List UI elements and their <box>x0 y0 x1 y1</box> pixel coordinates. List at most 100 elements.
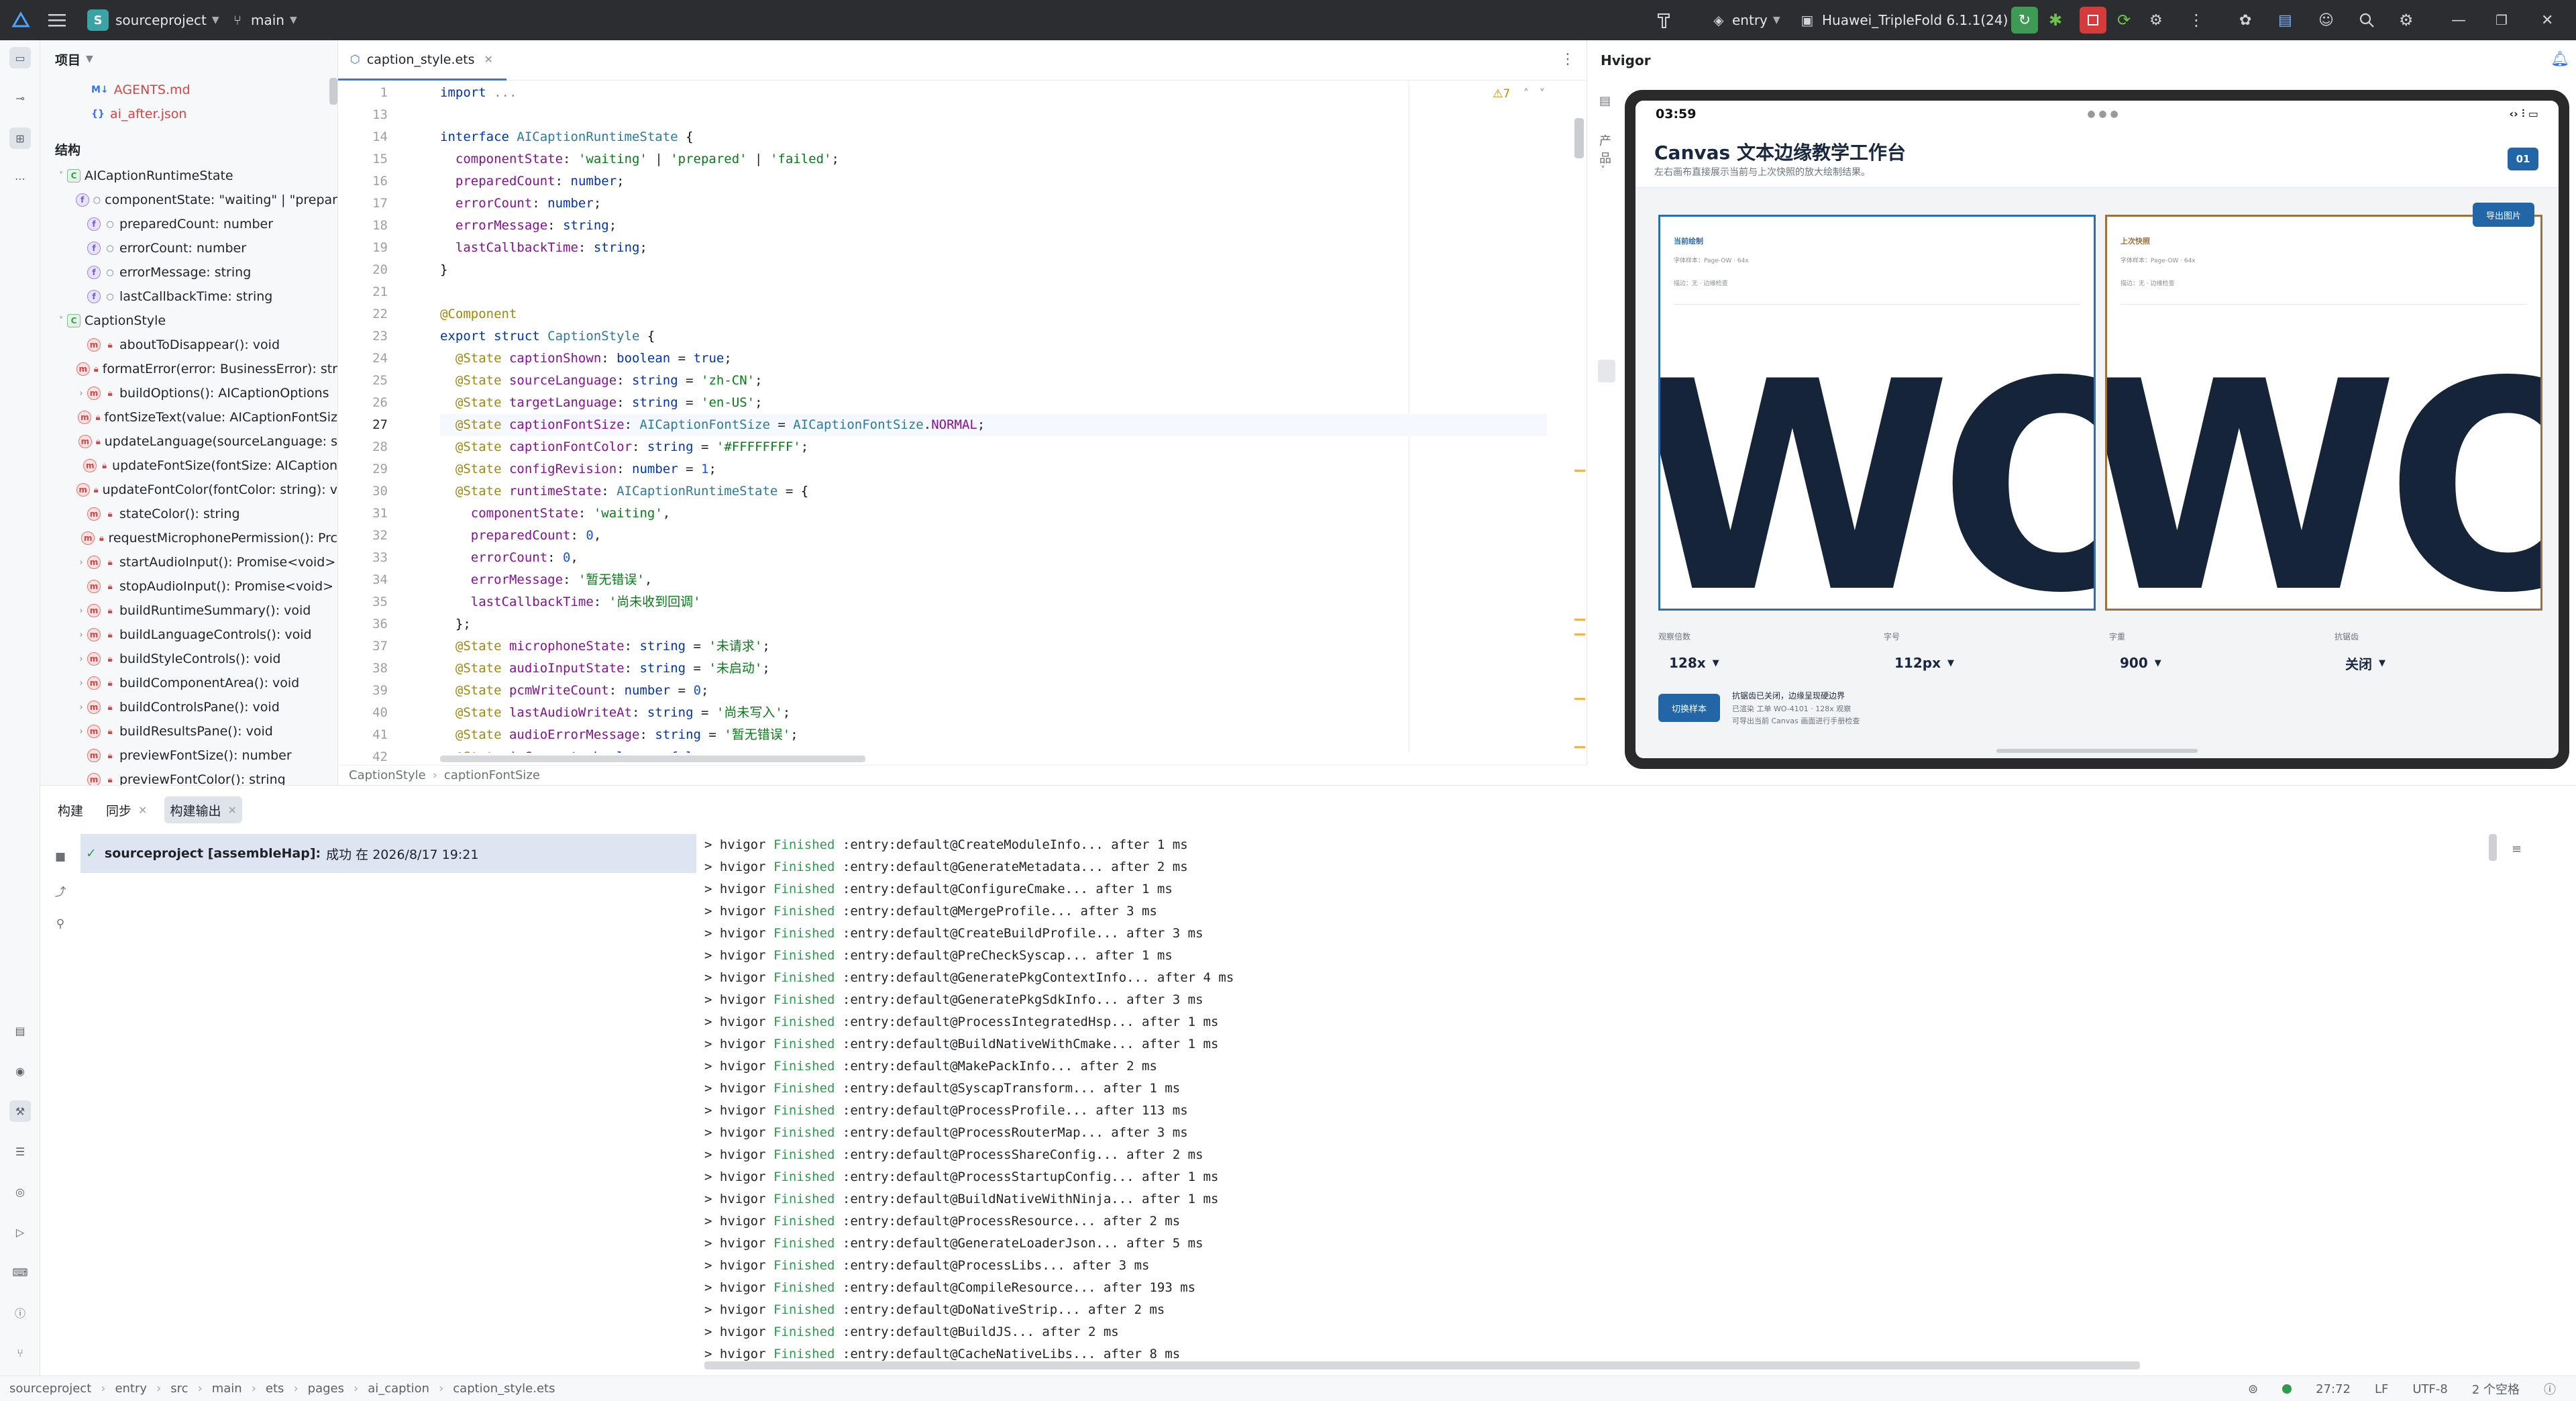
structure-item[interactable]: › m 🔒︎ buildComponentArea(): void <box>40 671 337 695</box>
chevron-right-icon[interactable]: › <box>75 388 87 399</box>
chevron-right-icon[interactable]: › <box>75 678 87 688</box>
stop-button[interactable] <box>2080 7 2106 34</box>
chevron-right-icon[interactable]: › <box>75 558 87 568</box>
font-size-select[interactable]: 112px ▼ <box>1894 650 1954 676</box>
code-line[interactable]: @State lastAudioWriteAt: string = '尚未写入'… <box>440 702 1547 724</box>
code-line[interactable] <box>440 104 1547 126</box>
hammer-build-icon[interactable] <box>1654 0 1674 40</box>
structure-item[interactable]: m 🔒︎ aboutToDisappear(): void <box>40 333 337 357</box>
pane-scrollbar[interactable] <box>329 78 337 105</box>
apply-changes-icon[interactable]: ⟳ <box>2117 0 2131 40</box>
code-line[interactable]: preparedCount: 0, <box>440 525 1547 547</box>
code-line[interactable]: componentState: 'waiting' | 'prepared' |… <box>440 148 1547 170</box>
code-line[interactable]: @State captionFontColor: string = '#FFFF… <box>440 436 1547 458</box>
version-control-icon[interactable]: ⑂ <box>9 1342 31 1363</box>
code-with-me-icon[interactable]: ✿ <box>2239 0 2251 40</box>
build-tab[interactable]: 同步 ✕ <box>101 796 152 823</box>
file-item[interactable]: {} ai_after.json <box>40 102 337 126</box>
stop-build-icon[interactable]: ■ <box>52 849 68 865</box>
run-icon[interactable]: ▷ <box>9 1221 31 1243</box>
chevron-down-icon[interactable]: ˅ <box>55 316 67 326</box>
layout-icon[interactable]: ▤ <box>9 1020 31 1041</box>
chevron-down-icon[interactable]: ˅ <box>55 171 67 181</box>
module-selector[interactable]: ◈ entry ▼ <box>1709 0 1780 40</box>
structure-item[interactable]: ˅ C CaptionStyle <box>40 309 337 333</box>
device-selector[interactable]: ▣ Huawei_TripleFold 6.1.1(24) ▼ <box>1798 0 2021 40</box>
tab-options-icon[interactable]: ⋮ <box>1560 51 1575 68</box>
preview-scroll-handle[interactable] <box>1598 360 1615 382</box>
status-ok-icon[interactable] <box>2282 1384 2292 1394</box>
chevron-right-icon[interactable]: › <box>75 727 87 737</box>
zoom-select[interactable]: 128x ▼ <box>1669 650 1719 676</box>
structure-item[interactable]: › m 🔒︎ buildResultsPane(): void <box>40 719 337 743</box>
structure-item[interactable]: m 🔒︎ updateLanguage(sourceLanguage: s <box>40 429 337 454</box>
more-tools-icon[interactable]: ⋯ <box>9 168 31 189</box>
rerun-button[interactable]: ↻ <box>2011 7 2038 34</box>
breadcrumb-struct[interactable]: CaptionStyle <box>349 768 426 782</box>
code-line[interactable]: @State isCompact: boolean = false; <box>440 746 1547 753</box>
code-line[interactable]: @State captionShown: boolean = true; <box>440 348 1547 370</box>
code-line[interactable]: preparedCount: number; <box>440 170 1547 193</box>
search-icon[interactable] <box>2359 0 2375 40</box>
code-line[interactable]: @State captionFontSize: AICaptionFontSiz… <box>440 414 1547 436</box>
structure-item[interactable]: › m 🔒︎ buildOptions(): AICaptionOptions <box>40 381 337 405</box>
code-line[interactable]: @State audioInputState: string = '未启动'; <box>440 658 1547 680</box>
open-in-window-icon[interactable]: ⤴ <box>52 882 68 899</box>
code-line[interactable]: lastCallbackTime: '尚未收到回调' <box>440 591 1547 613</box>
inspection-icon[interactable]: ⊚ <box>2248 1382 2258 1396</box>
app-logo-icon[interactable] <box>11 0 31 40</box>
structure-item[interactable]: f ○ componentState: "waiting" | "prepar <box>40 188 337 212</box>
pin-icon[interactable]: ⚲ <box>52 916 68 932</box>
chevron-right-icon[interactable]: › <box>75 654 87 664</box>
structure-item[interactable]: f ○ preparedCount: number <box>40 212 337 236</box>
status-path-segment[interactable]: pages <box>308 1382 344 1396</box>
problems-icon[interactable]: ⓘ <box>9 1302 31 1323</box>
profiler-icon[interactable]: ⚙ <box>2149 0 2163 40</box>
structure-item[interactable]: m 🔒︎ stateColor(): string <box>40 502 337 526</box>
minimize-button[interactable]: — <box>2451 0 2466 40</box>
export-image-button[interactable]: 导出图片 <box>2473 203 2534 227</box>
home-indicator[interactable] <box>1996 749 2198 753</box>
status-path-segment[interactable]: src <box>170 1382 188 1396</box>
close-tab-icon[interactable]: ✕ <box>227 804 236 817</box>
code-line[interactable]: @State targetLanguage: string = 'en-US'; <box>440 392 1547 414</box>
line-separator[interactable]: LF <box>2375 1382 2388 1396</box>
chevron-right-icon[interactable]: › <box>75 606 87 616</box>
log-scrollbar[interactable] <box>2489 834 2497 861</box>
chevron-right-icon[interactable]: › <box>75 630 87 640</box>
indent-setting[interactable]: 2 个空格 <box>2472 1380 2520 1398</box>
status-path-segment[interactable]: main <box>212 1382 242 1396</box>
build-tab[interactable]: 构建 <box>52 796 89 823</box>
code-line[interactable]: @State runtimeState: AICaptionRuntimeSta… <box>440 480 1547 503</box>
project-switcher[interactable]: S sourceproject ▼ <box>87 0 219 40</box>
project-folder-icon[interactable]: ▭ <box>9 47 31 68</box>
product-label[interactable]: 产品 <box>1599 132 1618 166</box>
sample-badge[interactable]: 01 <box>2508 148 2538 170</box>
structure-item[interactable]: f ○ errorMessage: string <box>40 260 337 284</box>
breadcrumb-field[interactable]: captionFontSize <box>444 768 540 782</box>
chevron-down-icon[interactable]: ˅ <box>1540 87 1546 101</box>
switch-sample-button[interactable]: 切换样本 <box>1658 694 1720 722</box>
antialias-select[interactable]: 关闭 ▼ <box>2345 650 2385 676</box>
code-line[interactable]: interface AICaptionRuntimeState { <box>440 126 1547 148</box>
structure-item[interactable]: m 🔒︎ requestMicrophonePermission(): Prc <box>40 526 337 550</box>
structure-icon[interactable]: ⊞ <box>9 127 31 149</box>
code-line[interactable]: @State audioErrorMessage: string = '暂无错误… <box>440 724 1547 746</box>
file-item[interactable]: M↓ AGENTS.md <box>40 78 337 102</box>
close-window-button[interactable]: ✕ <box>2541 0 2553 40</box>
font-weight-select[interactable]: 900 ▼ <box>2120 650 2161 676</box>
branch-switcher[interactable]: ⑂ main ▼ <box>228 0 297 40</box>
profiler-icon[interactable]: ◉ <box>9 1060 31 1082</box>
caret-position[interactable]: 27:72 <box>2316 1382 2351 1396</box>
structure-item[interactable]: › m 🔒︎ buildLanguageControls(): void <box>40 623 337 647</box>
main-menu-icon[interactable] <box>48 0 66 40</box>
code-line[interactable]: @State pcmWriteCount: number = 0; <box>440 680 1547 702</box>
build-hammer-icon[interactable]: ⚒ <box>9 1100 31 1122</box>
close-tab-icon[interactable]: ✕ <box>484 53 493 66</box>
structure-item[interactable]: m 🔒︎ updateFontSize(fontSize: AICaption <box>40 454 337 478</box>
terminal-icon[interactable]: ⌨ <box>9 1261 31 1283</box>
status-path-segment[interactable]: ai_caption <box>368 1382 429 1396</box>
structure-item[interactable]: m 🔒︎ fontSizeText(value: AICaptionFontSiz <box>40 405 337 429</box>
status-path-segment[interactable]: entry <box>115 1382 147 1396</box>
code-line[interactable]: componentState: 'waiting', <box>440 503 1547 525</box>
